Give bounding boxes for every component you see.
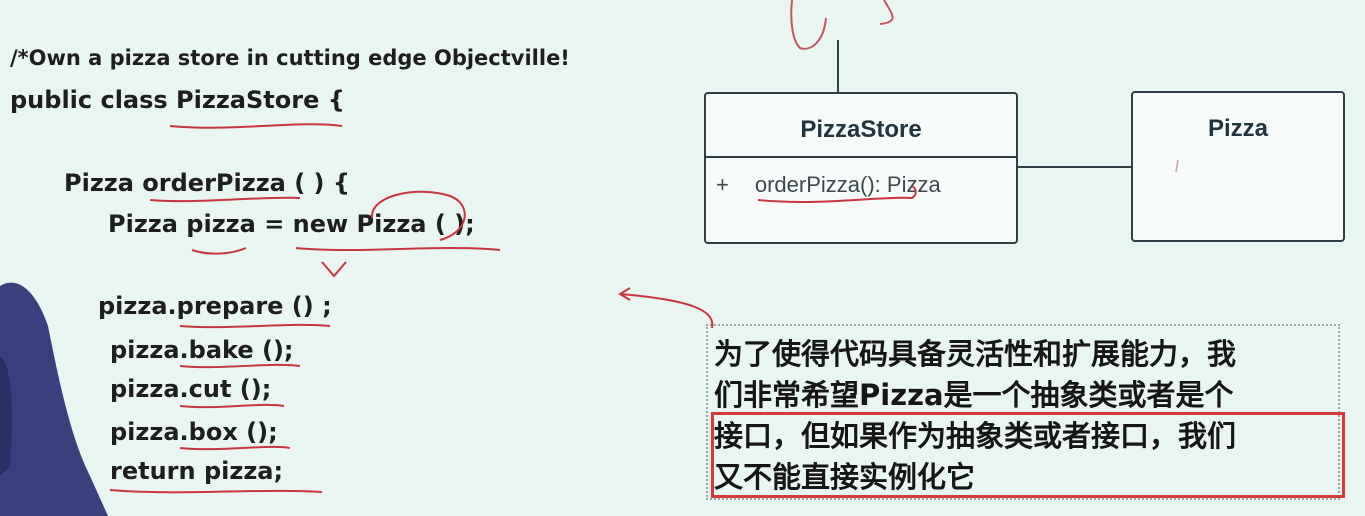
underline-cut bbox=[179, 403, 285, 409]
code-method-declaration: Pizza orderPizza ( ) { bbox=[64, 169, 350, 197]
presenter-figure bbox=[0, 282, 108, 516]
underline-bake bbox=[179, 363, 301, 369]
underline-box bbox=[179, 445, 291, 451]
code-box-line: pizza.box (); bbox=[110, 418, 278, 446]
code-new-pizza-line: Pizza pizza = new Pizza ( ); bbox=[108, 210, 475, 238]
underline-orderpizza bbox=[149, 196, 301, 203]
underline-pizza-var bbox=[191, 247, 247, 255]
underline-prepare bbox=[179, 323, 331, 329]
uml-pizzastore-title: PizzaStore bbox=[800, 116, 922, 143]
code-cut-line: pizza.cut (); bbox=[110, 375, 272, 403]
uml-pizza-title: Pizza bbox=[1207, 115, 1269, 142]
uml-operation: + orderPizza(): Pizza bbox=[716, 172, 941, 198]
annotation-arrow bbox=[619, 293, 714, 329]
code-bake-line: pizza.bake (); bbox=[110, 336, 294, 364]
code-comment: /*Own a pizza store in cutting edge Obje… bbox=[10, 46, 570, 70]
code-return-line: return pizza; bbox=[110, 457, 284, 485]
code-class-declaration: public class PizzaStore { bbox=[10, 86, 345, 114]
code-prepare-line: pizza.prepare () ; bbox=[98, 292, 332, 320]
annotation-arrowhead bbox=[618, 287, 631, 301]
uml-divider bbox=[706, 156, 1016, 158]
uml-class-pizzastore: PizzaStore + orderPizza(): Pizza bbox=[704, 92, 1018, 244]
red-scribble-top-right bbox=[879, 0, 894, 25]
lecture-slide: /*Own a pizza store in cutting edge Obje… bbox=[0, 0, 1365, 516]
underline-pizzastore bbox=[169, 123, 343, 129]
underline-return bbox=[109, 489, 323, 494]
uml-operation-text: orderPizza(): Pizza bbox=[754, 172, 941, 197]
red-highlight-box bbox=[711, 412, 1345, 498]
uml-visibility: + bbox=[716, 172, 729, 197]
uml-class-pizza: Pizza bbox=[1131, 91, 1345, 242]
red-scribble-top bbox=[790, 0, 827, 50]
underline-new-pizza bbox=[295, 247, 501, 251]
note-line-2: 们非常希望Pizza是一个抽象类或者是个 bbox=[714, 378, 1234, 412]
check-mark bbox=[321, 261, 347, 278]
note-line-1: 为了使得代码具备灵活性和扩展能力，我 bbox=[714, 337, 1237, 371]
